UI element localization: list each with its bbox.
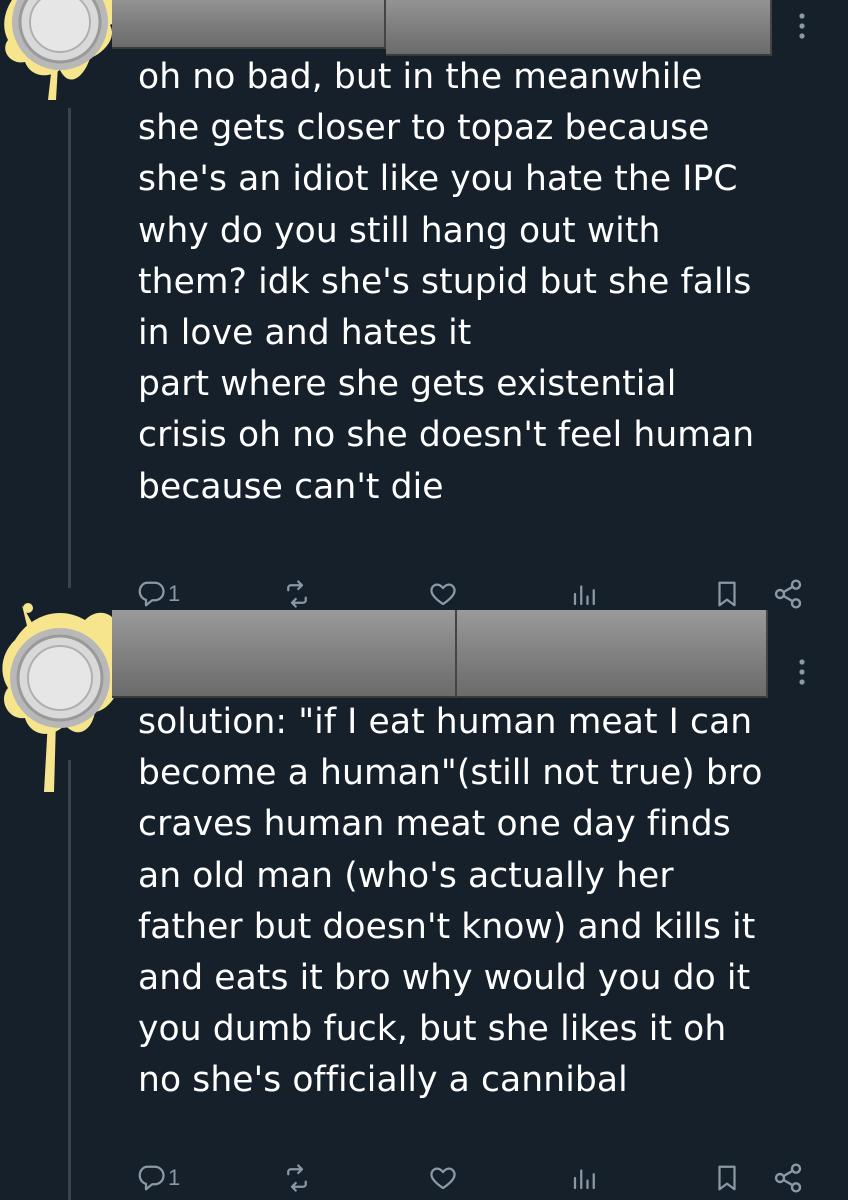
share-button[interactable] (772, 574, 804, 614)
share-icon (774, 1163, 802, 1193)
reply-button[interactable]: 1 (136, 574, 180, 614)
redacted-display-name (112, 0, 386, 49)
bookmark-icon (718, 1165, 736, 1191)
bookmark-button[interactable] (712, 1158, 742, 1198)
redacted-username (386, 0, 772, 56)
reply-icon (138, 581, 165, 607)
reply-icon (138, 1165, 165, 1191)
avatar[interactable] (0, 0, 130, 100)
tweet-text: solution: "if I eat human meat I can bec… (138, 702, 763, 1101)
more-vertical-icon[interactable] (790, 12, 814, 40)
reply-count: 1 (168, 581, 181, 606)
tweet-action-bar: 1 (0, 1158, 848, 1198)
reply-button[interactable]: 1 (136, 1158, 180, 1198)
views-button[interactable] (570, 574, 600, 614)
retweet-icon (287, 1164, 307, 1192)
bookmark-button[interactable] (712, 574, 742, 614)
coin-splash-avatar-icon (2, 603, 126, 792)
thread-line (68, 108, 71, 588)
redacted-display-name (112, 610, 457, 698)
thread-line (68, 760, 71, 1200)
heart-icon (430, 583, 456, 606)
views-icon (573, 1169, 595, 1190)
share-button[interactable] (772, 1158, 804, 1198)
views-button[interactable] (570, 1158, 600, 1198)
heart-icon (430, 1167, 456, 1190)
retweet-button[interactable] (282, 574, 312, 614)
like-button[interactable] (428, 1158, 458, 1198)
retweet-button[interactable] (282, 1158, 312, 1198)
retweet-icon (287, 580, 307, 608)
redacted-username (457, 610, 768, 698)
tweet-text: oh no bad, but in the meanwhile she gets… (138, 57, 755, 507)
reply-count: 1 (168, 1165, 181, 1190)
share-icon (774, 579, 802, 609)
more-vertical-icon[interactable] (790, 658, 814, 686)
avatar[interactable] (0, 600, 130, 800)
like-button[interactable] (428, 574, 458, 614)
bookmark-icon (718, 581, 736, 607)
coin-splash-avatar-icon (4, 0, 124, 100)
views-icon (573, 585, 595, 606)
